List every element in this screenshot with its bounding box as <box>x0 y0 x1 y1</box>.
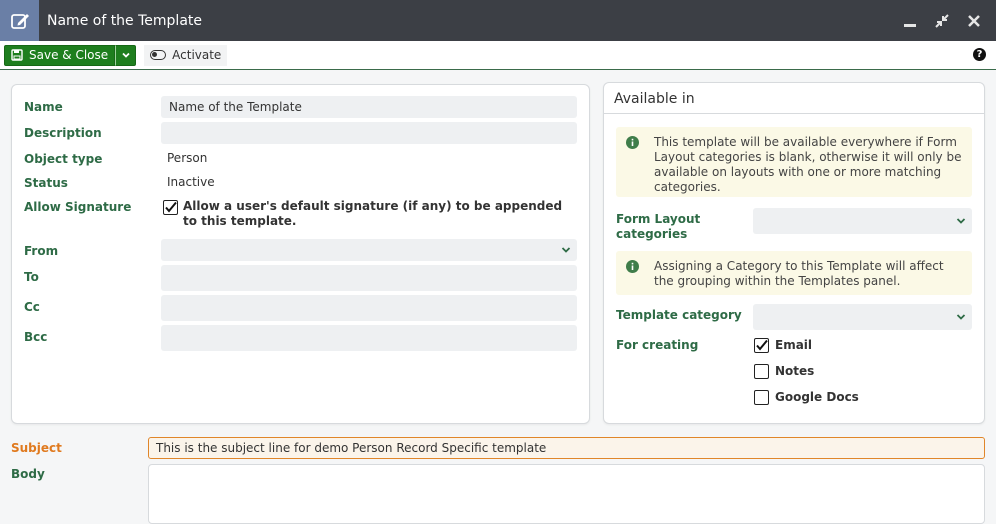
description-label: Description <box>24 126 102 140</box>
save-close-label: Save & Close <box>29 48 109 62</box>
details-panel: Name Name of the Template Description Ob… <box>11 84 590 424</box>
help-icon[interactable]: ? <box>973 48 986 61</box>
from-label: From <box>24 244 59 258</box>
body-label: Body <box>11 467 45 481</box>
info-icon <box>626 260 639 273</box>
form-layout-select[interactable] <box>753 208 972 234</box>
cc-label: Cc <box>24 300 40 314</box>
chevron-down-icon <box>561 247 571 253</box>
description-input[interactable] <box>161 122 577 144</box>
google-docs-option-label: Google Docs <box>775 390 859 404</box>
form-layout-label: Form Layout categories <box>616 212 701 241</box>
edit-icon <box>0 0 39 41</box>
chevron-down-icon <box>122 52 130 58</box>
save-close-button[interactable]: Save & Close <box>4 44 116 66</box>
bcc-label: Bcc <box>24 330 48 344</box>
cc-input[interactable] <box>161 295 577 321</box>
chevron-down-icon <box>956 314 966 320</box>
bcc-input[interactable] <box>161 325 577 351</box>
info-icon <box>626 136 639 149</box>
close-icon[interactable] <box>966 13 982 29</box>
toolbar: Save & Close Activate ? <box>0 41 996 70</box>
name-input[interactable]: Name of the Template <box>161 96 577 118</box>
save-icon <box>11 49 23 61</box>
allow-signature-label: Allow Signature <box>24 200 132 214</box>
status-value: Inactive <box>167 175 215 189</box>
allow-signature-text: Allow a user's default signature (if any… <box>183 199 563 228</box>
name-label: Name <box>24 100 63 114</box>
subject-label: Subject <box>11 441 62 455</box>
allow-signature-checkbox[interactable] <box>163 200 178 215</box>
chevron-down-icon <box>956 218 966 224</box>
to-label: To <box>24 270 39 284</box>
object-type-label: Object type <box>24 152 103 166</box>
save-options-dropdown[interactable] <box>115 44 137 66</box>
template-category-label: Template category <box>616 308 742 322</box>
for-creating-label: For creating <box>616 338 699 352</box>
toggle-icon <box>150 50 167 60</box>
google-docs-checkbox[interactable] <box>754 390 769 405</box>
notes-checkbox[interactable] <box>754 364 769 379</box>
available-in-header: Available in <box>604 83 984 114</box>
object-type-value: Person <box>167 151 208 165</box>
restore-icon[interactable] <box>934 13 950 29</box>
info-text-form-layout: This template will be available everywhe… <box>654 135 962 194</box>
status-label: Status <box>24 176 68 190</box>
template-category-select[interactable] <box>753 304 972 330</box>
notes-option-label: Notes <box>775 364 815 378</box>
body-editor[interactable] <box>148 464 985 524</box>
activate-toggle[interactable]: Activate <box>144 44 228 66</box>
checkmark-icon <box>756 339 768 351</box>
from-select[interactable] <box>161 239 577 261</box>
activate-label: Activate <box>172 48 222 62</box>
email-option-label: Email <box>775 338 813 352</box>
info-box-form-layout: This template will be available everywhe… <box>616 127 972 197</box>
title-bar: Name of the Template <box>0 0 996 41</box>
email-checkbox[interactable] <box>754 338 769 353</box>
minimize-icon[interactable] <box>902 13 918 29</box>
window-title: Name of the Template <box>47 12 203 29</box>
info-box-category: Assigning a Category to this Template wi… <box>616 251 972 295</box>
available-in-panel: Available in This template will be avail… <box>603 82 985 424</box>
checkmark-icon <box>165 201 177 213</box>
info-text-category: Assigning a Category to this Template wi… <box>654 259 944 288</box>
to-input[interactable] <box>161 265 577 291</box>
subject-input[interactable]: This is the subject line for demo Person… <box>148 437 985 459</box>
